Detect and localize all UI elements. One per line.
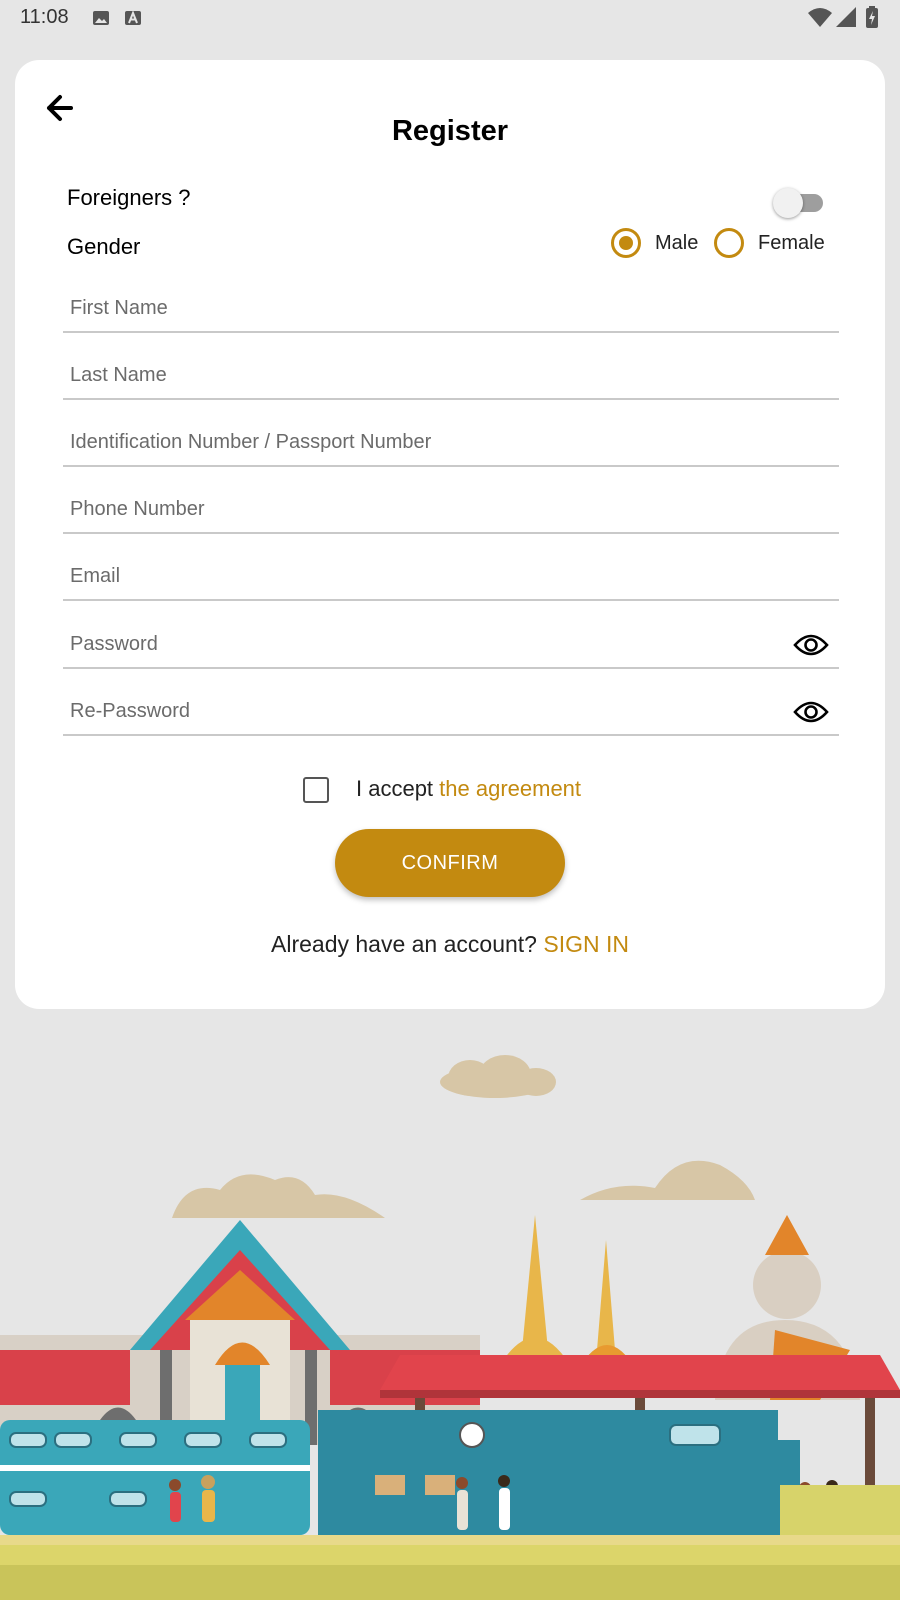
female-label: Female <box>758 231 825 254</box>
password-placeholder: Password <box>70 633 158 655</box>
image-icon <box>92 9 110 32</box>
page-title: Register <box>391 115 509 147</box>
eye-icon[interactable] <box>793 631 829 659</box>
signin-prompt: Already have an account? <box>271 931 544 957</box>
male-label: Male <box>655 231 699 254</box>
foreigners-toggle[interactable] <box>773 184 833 220</box>
re-password-placeholder: Re-Password <box>70 700 191 722</box>
confirm-button[interactable]: CONFIRM <box>335 829 565 897</box>
last-name-field[interactable]: Last Name <box>63 352 839 400</box>
toggle-thumb <box>773 188 803 218</box>
gender-label: Gender <box>67 234 141 259</box>
signin-link[interactable]: SIGN IN <box>543 931 629 957</box>
id-number-field[interactable]: Identification Number / Passport Number <box>63 419 839 467</box>
status-bar: 11:08 <box>0 0 900 38</box>
wifi-icon <box>808 7 832 32</box>
phone-field[interactable]: Phone Number <box>63 486 839 534</box>
foreigners-label: Foreigners ? <box>67 185 191 210</box>
battery-icon <box>866 6 878 33</box>
thai-landmarks-illustration <box>0 1055 900 1600</box>
agreement-checkbox[interactable] <box>303 777 329 803</box>
gender-male-radio[interactable]: Male <box>611 228 698 258</box>
eye-icon[interactable] <box>793 698 829 726</box>
gender-female-radio[interactable]: Female <box>714 228 825 258</box>
re-password-field[interactable]: Re-Password <box>63 688 839 736</box>
first-name-field[interactable]: First Name <box>63 285 839 333</box>
agreement-text: I accept the agreement <box>356 776 581 802</box>
password-field[interactable]: Password <box>63 621 839 669</box>
id-number-placeholder: Identification Number / Passport Number <box>70 431 432 453</box>
radio-unselected-icon <box>714 228 744 258</box>
accept-prefix: I accept <box>356 776 440 801</box>
first-name-placeholder: First Name <box>70 297 168 319</box>
status-time: 11:08 <box>20 6 69 28</box>
cell-signal-icon <box>836 7 856 32</box>
last-name-placeholder: Last Name <box>70 364 167 386</box>
email-field[interactable]: Email <box>63 553 839 601</box>
radio-selected-icon <box>611 228 641 258</box>
agreement-link[interactable]: the agreement <box>439 776 581 801</box>
cloud-icon <box>440 1055 556 1098</box>
phone-placeholder: Phone Number <box>70 498 205 520</box>
email-placeholder: Email <box>70 565 121 587</box>
register-card: Register Foreigners ? Gender Male Female… <box>15 60 885 1009</box>
a-letter-icon <box>125 9 141 32</box>
signin-row: Already have an account? SIGN IN <box>15 931 885 958</box>
